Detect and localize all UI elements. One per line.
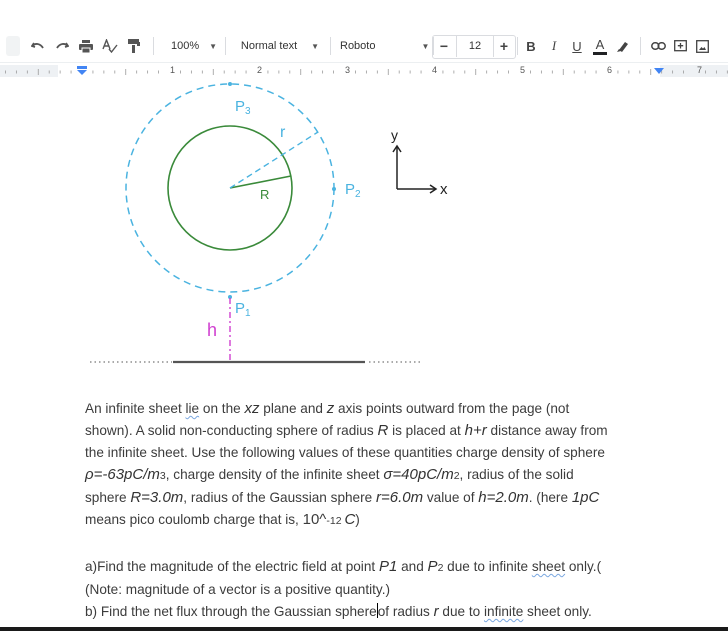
undo-button[interactable] xyxy=(28,30,48,62)
image-icon xyxy=(695,39,709,53)
paint-format-icon xyxy=(128,39,140,53)
redo-icon xyxy=(56,42,69,49)
ruler-number: 6 xyxy=(607,65,613,75)
bottom-edge xyxy=(0,627,728,631)
undo-icon xyxy=(31,42,44,49)
add-comment-button[interactable] xyxy=(670,30,690,62)
chevron-down-icon: ▼ xyxy=(209,41,218,51)
label-R-big: R xyxy=(260,187,269,202)
text-color-button[interactable]: A xyxy=(591,30,609,62)
insert-image-button[interactable] xyxy=(692,30,712,62)
text-line: An infinite sheet lie on the xz plane an… xyxy=(85,400,570,417)
spelling-suggestion[interactable]: sheet xyxy=(532,559,565,574)
label-p3: P3 xyxy=(235,98,251,117)
question-a: a)Find the magnitude of the electric fie… xyxy=(85,558,602,575)
toolbar-divider xyxy=(517,37,518,55)
zoom-select[interactable]: 100% ▼ xyxy=(166,30,222,62)
chevron-down-icon: ▼ xyxy=(421,41,430,51)
ruler-number: 7 xyxy=(697,65,703,75)
point-p3 xyxy=(228,82,232,86)
label-p2: P2 xyxy=(345,181,361,200)
underline-button[interactable]: U xyxy=(568,30,586,62)
decrease-font-size-button[interactable]: − xyxy=(436,30,452,62)
problem-statement: An infinite sheet lie on the xz plane an… xyxy=(85,398,685,532)
question-a-note: (Note: magnitude of a vector is a positi… xyxy=(85,582,391,597)
ruler-number: 1 xyxy=(170,65,176,75)
label-r-small: r xyxy=(280,124,286,141)
label-x-axis: x xyxy=(440,181,448,198)
text-line: the infinite sheet. Use the following va… xyxy=(85,445,605,460)
ruler-number: 2 xyxy=(257,65,263,75)
ruler[interactable]: 1 2 3 4 5 6 7 xyxy=(0,62,728,81)
ruler-ticks xyxy=(5,69,728,75)
highlighter-icon xyxy=(617,42,628,52)
redo-button[interactable] xyxy=(52,30,72,62)
highlight-button[interactable] xyxy=(614,30,632,62)
comment-icon xyxy=(673,39,687,51)
label-h: h xyxy=(207,320,217,340)
menu-edge xyxy=(6,36,20,56)
spellcheck-icon xyxy=(102,39,118,53)
chevron-down-icon: ▼ xyxy=(311,41,320,51)
font-value: Roboto xyxy=(340,40,376,52)
text-line: ρ=-63pC/m3, charge density of the infini… xyxy=(85,466,574,483)
point-p2 xyxy=(332,187,336,191)
toolbar-divider xyxy=(330,37,331,55)
toolbar-divider xyxy=(153,37,154,55)
question-b: b) Find the net flux through the Gaussia… xyxy=(85,603,592,620)
increase-font-size-button[interactable]: + xyxy=(496,30,512,62)
physics-diagram: P3 r R P2 P1 h y x xyxy=(90,82,448,364)
toolbar: 100% ▼ Normal text ▼ Roboto ▼ − 12 + B I… xyxy=(0,30,728,62)
text-line: shown). A solid non-conducting sphere of… xyxy=(85,422,608,439)
insert-link-button[interactable] xyxy=(648,30,668,62)
zoom-value: 100% xyxy=(170,40,200,52)
left-indent-marker[interactable] xyxy=(77,66,87,76)
text-color-swatch xyxy=(593,51,607,55)
print-icon xyxy=(79,39,93,53)
spellcheck-button[interactable] xyxy=(100,30,120,62)
text-color-letter: A xyxy=(595,36,605,52)
font-size-input[interactable]: 12 xyxy=(456,35,494,57)
spelling-suggestion[interactable]: infinite xyxy=(484,604,523,619)
bold-button[interactable]: B xyxy=(522,30,540,62)
link-icon xyxy=(650,42,666,50)
font-size-value: 12 xyxy=(468,40,482,52)
text-line: sphere R=3.0m, radius of the Gaussian sp… xyxy=(85,489,600,506)
ruler-number: 3 xyxy=(345,65,351,75)
right-indent-marker[interactable] xyxy=(654,68,664,76)
text-line: means pico coulomb charge that is, 10^-1… xyxy=(85,511,360,528)
toolbar-divider xyxy=(225,37,226,55)
label-y-axis: y xyxy=(391,127,398,143)
ruler-number: 4 xyxy=(432,65,438,75)
toolbar-divider xyxy=(640,37,641,55)
paint-format-button[interactable] xyxy=(124,30,144,62)
style-value: Normal text xyxy=(240,40,298,52)
spelling-suggestion[interactable]: lie xyxy=(186,401,200,416)
questions: a)Find the magnitude of the electric fie… xyxy=(85,556,685,623)
print-button[interactable] xyxy=(76,30,96,62)
label-p1: P1 xyxy=(235,300,251,319)
italic-button[interactable]: I xyxy=(545,30,563,62)
style-select[interactable]: Normal text ▼ xyxy=(236,30,324,62)
ruler-number: 5 xyxy=(520,65,526,75)
font-select[interactable]: Roboto ▼ xyxy=(340,30,434,62)
